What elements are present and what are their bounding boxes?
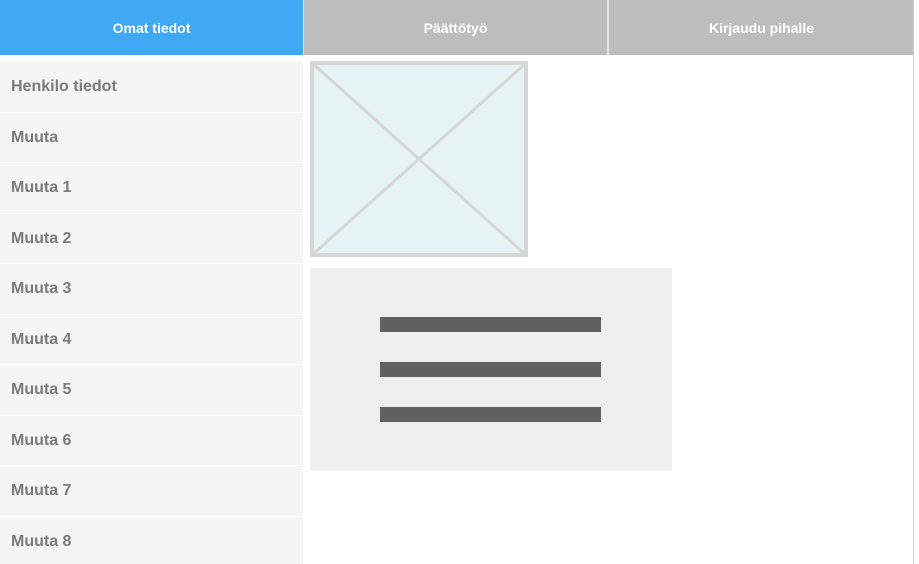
text-lines-icon: [310, 268, 672, 471]
sidebar-item-muuta-8[interactable]: Muuta 8: [0, 517, 303, 564]
image-placeholder-icon: [310, 61, 528, 257]
sidebar-item-muuta-1[interactable]: Muuta 1: [0, 163, 303, 214]
page: Omat tiedot Päättötyö Kirjaudu pihalle H…: [0, 0, 919, 564]
text-line-3: [380, 407, 601, 422]
image-placeholder-graphic: [310, 61, 528, 257]
sidebar-menu: Henkilo tiedot Muuta Muuta 1 Muuta 2 Muu…: [0, 62, 303, 564]
sidebar-item-muuta[interactable]: Muuta: [0, 113, 303, 163]
tab-kirjaudu-pihalle[interactable]: Kirjaudu pihalle: [607, 0, 914, 55]
sidebar-item-henkilo-tiedot[interactable]: Henkilo tiedot: [0, 62, 303, 113]
sidebar-item-muuta-2[interactable]: Muuta 2: [0, 214, 303, 264]
text-line-1: [380, 317, 601, 332]
tab-omat-tiedot[interactable]: Omat tiedot: [0, 0, 303, 55]
page-right-border: [913, 0, 914, 564]
sidebar-item-muuta-5[interactable]: Muuta 5: [0, 365, 303, 416]
sidebar-item-muuta-3[interactable]: Muuta 3: [0, 264, 303, 315]
top-navigation: Omat tiedot Päättötyö Kirjaudu pihalle: [0, 0, 914, 55]
sidebar-item-muuta-6[interactable]: Muuta 6: [0, 416, 303, 466]
sidebar-item-muuta-4[interactable]: Muuta 4: [0, 315, 303, 365]
sidebar-item-muuta-7[interactable]: Muuta 7: [0, 466, 303, 517]
text-line-2: [380, 362, 601, 377]
tab-paattotyo[interactable]: Päättötyö: [303, 0, 607, 55]
